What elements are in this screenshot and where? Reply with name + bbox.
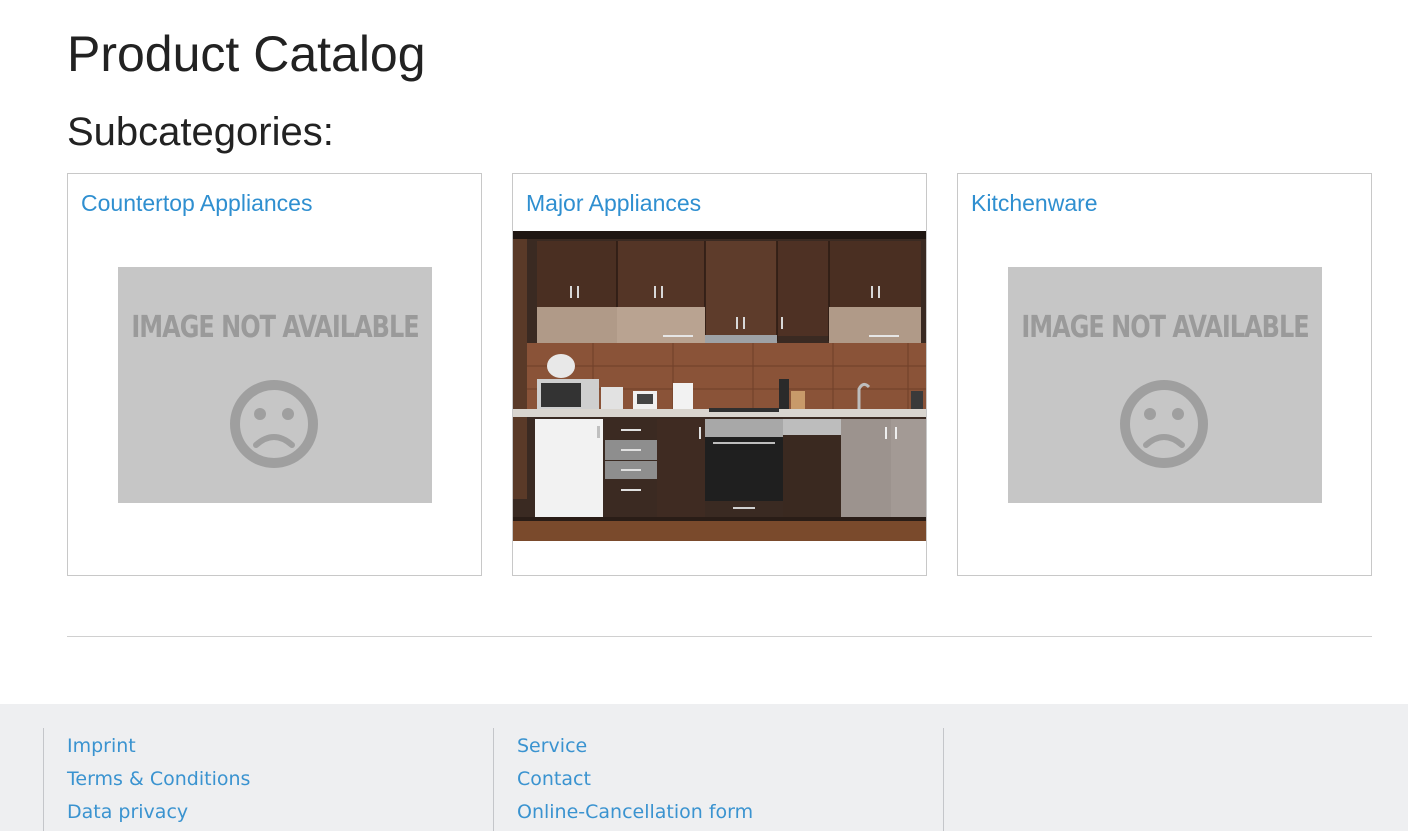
sad-face-icon (230, 380, 318, 468)
footer-column (943, 728, 1344, 831)
placeholder-text: IMAGE NOT AVAILABLE (1021, 309, 1309, 345)
footer-link-terms[interactable]: Terms & Conditions (67, 766, 250, 792)
subcategory-card[interactable]: Kitchenware IMAGE NOT AVAILABLE (957, 173, 1372, 576)
kitchen-photo[interactable] (513, 231, 926, 541)
page-title: Product Catalog (67, 26, 426, 82)
footer-link-imprint[interactable]: Imprint (67, 733, 136, 759)
subcategory-card[interactable]: Countertop Appliances IMAGE NOT AVAILABL… (67, 173, 482, 576)
subcategory-link[interactable]: Major Appliances (526, 188, 701, 218)
footer-column: Service Contact Online-Cancellation form (493, 728, 944, 831)
subcategory-link[interactable]: Kitchenware (971, 188, 1098, 218)
footer-link-data-privacy[interactable]: Data privacy (67, 799, 188, 825)
footer: Imprint Terms & Conditions Data privacy … (0, 704, 1408, 831)
image-not-available-placeholder[interactable]: IMAGE NOT AVAILABLE (118, 267, 432, 503)
footer-link-service[interactable]: Service (517, 733, 587, 759)
subcategory-grid: Countertop Appliances IMAGE NOT AVAILABL… (67, 173, 1372, 576)
footer-link-cancellation-form[interactable]: Online-Cancellation form (517, 799, 753, 825)
sad-face-icon (1120, 380, 1208, 468)
image-not-available-placeholder[interactable]: IMAGE NOT AVAILABLE (1008, 267, 1322, 503)
subcategory-card[interactable]: Major Appliances (512, 173, 927, 576)
subcategories-heading: Subcategories: (67, 110, 334, 154)
page: Product Catalog Subcategories: Counterto… (0, 0, 1408, 831)
placeholder-text: IMAGE NOT AVAILABLE (131, 309, 419, 345)
section-divider (67, 636, 1372, 637)
footer-column: Imprint Terms & Conditions Data privacy (43, 728, 494, 831)
footer-link-contact[interactable]: Contact (517, 766, 591, 792)
subcategory-link[interactable]: Countertop Appliances (81, 188, 312, 218)
